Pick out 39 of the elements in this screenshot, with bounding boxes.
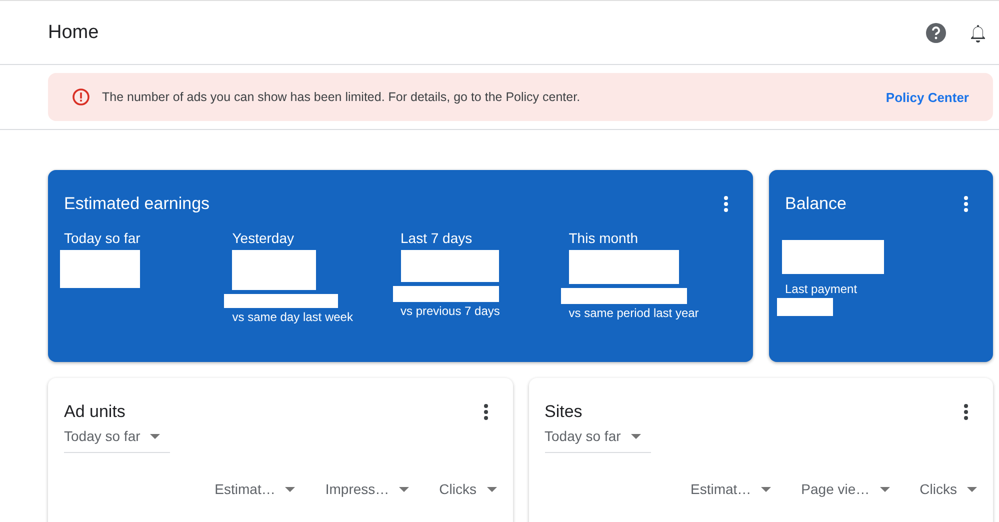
more-options-icon[interactable] [484,404,488,420]
redaction-box [777,298,833,316]
caret-icon [399,486,410,492]
column-header[interactable]: Clicks [904,481,977,497]
caret-icon [967,486,977,492]
metric-label: Today so far [64,230,140,246]
column-header[interactable]: Page vie… [785,481,890,497]
warning-icon [72,88,90,106]
more-options-icon[interactable] [724,196,728,212]
policy-center-link[interactable]: Policy Center [886,90,969,104]
comparison-label: vs same period last year [568,306,699,320]
column-header[interactable]: Clicks [423,481,496,497]
caret-icon [150,434,160,438]
metric-label: Last 7 days [400,230,472,246]
more-options-icon[interactable] [964,196,968,212]
comparison-label: vs same day last week [232,310,353,324]
column-header[interactable]: Estimat… [198,481,296,497]
card-title: Ad units [64,402,126,422]
alert-message: The number of ads you can show has been limited. For details, go to the Policy center. [102,90,582,104]
column-header[interactable]: Estimat… [674,481,772,497]
card-title: Sites [544,402,582,422]
card-title: Estimated earnings [64,194,210,214]
notification-bell-icon[interactable] [969,22,987,42]
more-options-icon[interactable] [964,404,968,420]
caret-icon [630,434,641,438]
period-dropdown[interactable]: Today so far [64,424,170,453]
caret-icon [486,486,496,492]
metric-label: This month [568,230,638,246]
page-title: Home [48,22,99,44]
last-payment-label: Last payment [785,282,858,296]
caret-icon [285,486,296,492]
period-dropdown[interactable]: Today so far [544,424,650,453]
caret-icon [880,486,890,492]
metric-label: Yesterday [232,230,294,246]
card-title: Balance [785,194,846,214]
comparison-label: vs previous 7 days [400,304,500,318]
caret-icon [761,486,772,492]
help-icon[interactable] [925,22,947,44]
column-header[interactable]: Impress… [309,481,410,497]
